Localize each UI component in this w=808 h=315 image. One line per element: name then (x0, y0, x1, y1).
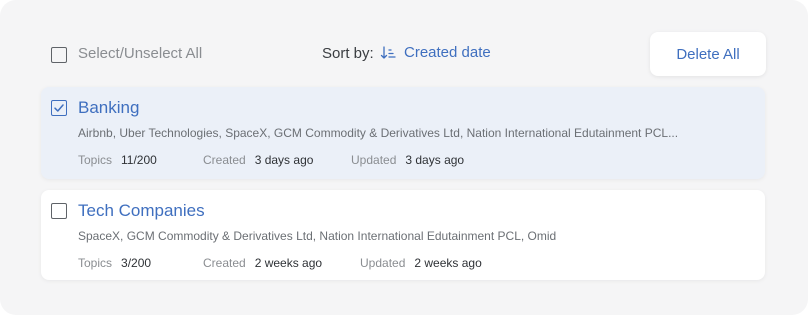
group-list-panel: Select/Unselect All Sort by: Created dat… (0, 0, 808, 315)
created-meta: Created 2 weeks ago (203, 256, 322, 270)
updated-meta: Updated 2 weeks ago (360, 256, 482, 270)
created-meta: Created 3 days ago (203, 153, 313, 167)
sort-value: Created date (404, 44, 491, 61)
created-label: Created (203, 256, 246, 270)
updated-label: Updated (360, 256, 406, 270)
created-value: 2 weeks ago (254, 256, 323, 270)
select-all-checkbox[interactable] (51, 47, 67, 63)
checkmark-icon (54, 104, 64, 112)
updated-value: 3 days ago (405, 153, 465, 167)
updated-label: Updated (351, 153, 397, 167)
updated-meta: Updated 3 days ago (351, 153, 464, 167)
group-companies: Airbnb, Uber Technologies, SpaceX, GCM C… (78, 126, 679, 140)
group-title[interactable]: Tech Companies (78, 201, 205, 221)
group-checkbox[interactable] (51, 203, 67, 219)
select-all-label[interactable]: Select/Unselect All (78, 45, 202, 62)
group-title[interactable]: Banking (78, 98, 139, 118)
topics-value: 3/200 (121, 256, 152, 270)
created-label: Created (203, 153, 246, 167)
sort-dropdown[interactable]: Created date (380, 44, 491, 61)
list-toolbar: Select/Unselect All Sort by: Created dat… (0, 0, 808, 86)
topics-value: 11/200 (121, 153, 157, 167)
sort-descending-icon (380, 45, 396, 61)
topics-label: Topics (78, 153, 113, 167)
group-companies: SpaceX, GCM Commodity & Derivatives Ltd,… (78, 229, 557, 243)
sort-by-label: Sort by: (322, 45, 374, 62)
topics-meta: Topics 11/200 (78, 153, 157, 167)
group-card-tech-companies[interactable]: Tech Companies SpaceX, GCM Commodity & D… (41, 190, 765, 280)
group-card-banking[interactable]: Banking Airbnb, Uber Technologies, Space… (41, 87, 765, 179)
created-value: 3 days ago (254, 153, 314, 167)
group-checkbox[interactable] (51, 100, 67, 116)
updated-value: 2 weeks ago (414, 256, 482, 270)
topics-meta: Topics 3/200 (78, 256, 151, 270)
topics-label: Topics (78, 256, 113, 270)
delete-all-button[interactable]: Delete All (650, 32, 766, 76)
